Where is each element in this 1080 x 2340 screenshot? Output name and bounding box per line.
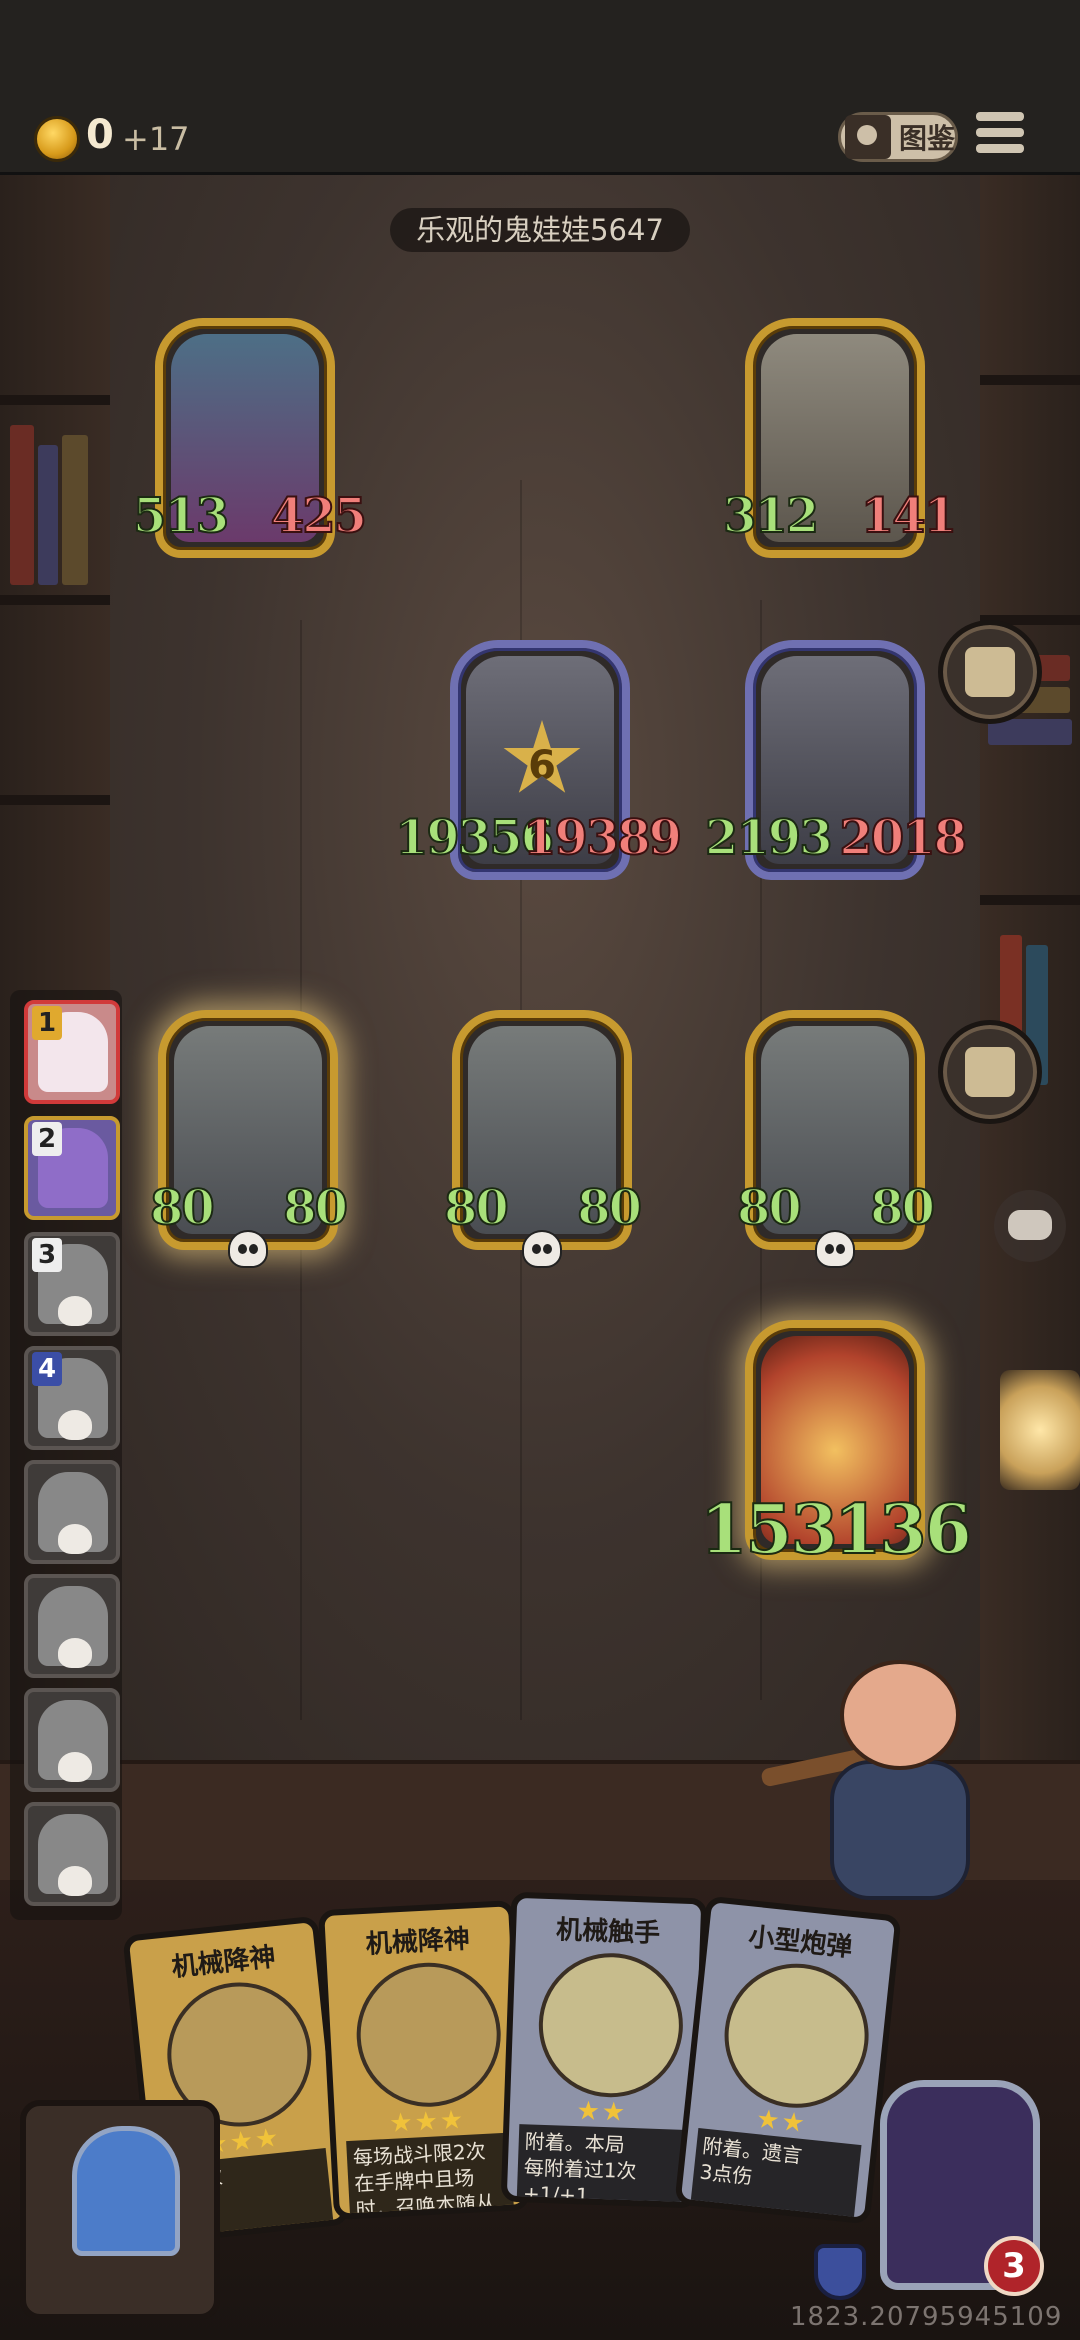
attack-value: 513	[132, 487, 230, 545]
card-description: 附着。本局 每附着过1次 +1/+1	[516, 2124, 684, 2209]
card-title: 小型炮弹	[747, 1922, 854, 1963]
eliminated-skull-icon	[58, 1752, 92, 1782]
deathrattle-skull-icon	[815, 1230, 855, 1268]
hero-portrait	[72, 2126, 180, 2256]
eliminated-skull-icon	[58, 1410, 92, 1440]
gold-coin-icon	[34, 116, 80, 162]
collection-button[interactable]: 图鉴	[838, 112, 958, 162]
card-art	[536, 1950, 686, 2100]
health-value: 19389	[522, 809, 683, 867]
player-minion-bell-robot[interactable]: 80 80	[149, 1010, 349, 1268]
fan-icon	[965, 647, 1015, 697]
eliminated-skull-icon	[58, 1524, 92, 1554]
health-value: 136	[833, 1489, 973, 1571]
roster-slot[interactable]	[24, 1802, 120, 1906]
gold-income: +17	[122, 120, 190, 158]
health-value: 80	[282, 1179, 349, 1237]
enemy-minion-elf-sorceress[interactable]: 513 425	[132, 318, 368, 558]
eliminated-skull-icon	[58, 1866, 92, 1896]
timer-readout: 1823.20795945109	[790, 2302, 1063, 2332]
gold-count: 0	[86, 112, 114, 158]
rank-badge: 2	[32, 1122, 62, 1156]
hand-card[interactable]: 机械触手 ★★ 附着。本局 每附着过1次 +1/+1	[500, 1891, 708, 2209]
shopkeeper-pig	[760, 1660, 990, 1920]
card-art	[353, 1959, 505, 2111]
hand-card[interactable]: 机械降神 ★★★ 每场战斗限2次 在手牌中且场 时，召唤本随从	[318, 1900, 530, 2220]
menu-icon[interactable]	[976, 112, 1024, 158]
deathrattle-skull-icon	[522, 1230, 562, 1268]
opponent-name: 乐观的鬼娃娃5647	[390, 208, 690, 252]
health-value: 80	[576, 1179, 643, 1237]
health-value: 425	[270, 487, 368, 545]
attack-value: 80	[149, 1179, 216, 1237]
roster-slot[interactable]: 3	[24, 1232, 120, 1336]
roster-slot[interactable]: 4	[24, 1346, 120, 1450]
player-roster: 1 2 3 4	[10, 990, 122, 1920]
roster-slot[interactable]	[24, 1574, 120, 1678]
enemy-minion-mech-shark[interactable]: 6 19356 19389	[394, 640, 683, 880]
enemy-minion-windmill[interactable]: 312 141	[722, 318, 958, 558]
card-art	[717, 1956, 876, 2115]
player-minion-clown[interactable]: 153 136	[699, 1320, 973, 1571]
shield-icon	[814, 2244, 866, 2300]
health-value: 80	[869, 1179, 936, 1237]
attack-value: 2193	[704, 809, 834, 867]
health-value: 141	[860, 487, 958, 545]
card-description: 每场战斗限2次 在手牌中且场 时，召唤本随从	[346, 2132, 515, 2220]
book-icon	[845, 115, 891, 159]
opponent-hero-chest[interactable]	[20, 2100, 220, 2320]
attack-value: 312	[722, 487, 820, 545]
card-title: 机械触手	[555, 1915, 661, 1949]
player-minion-bell-robot[interactable]: 80 80	[736, 1010, 936, 1268]
player-health-heart-icon: 3	[984, 2236, 1044, 2296]
rank-badge: 4	[32, 1352, 62, 1386]
deathrattle-skull-icon	[228, 1230, 268, 1268]
collection-label: 图鉴	[899, 122, 956, 155]
rank-badge: 1	[32, 1006, 62, 1040]
hand-card[interactable]: 小型炮弹 ★★ 附着。遗言 3点伤	[674, 1895, 902, 2225]
player-minion-bell-robot[interactable]: 80 80	[443, 1010, 643, 1268]
attack-value: 80	[443, 1179, 510, 1237]
chat-button[interactable]	[994, 1190, 1066, 1262]
roster-slot[interactable]: 2	[24, 1116, 120, 1220]
card-title: 机械降神	[365, 1924, 471, 1960]
fan-button[interactable]	[938, 620, 1042, 724]
health-value: 2018	[838, 809, 968, 867]
scroll-button[interactable]	[938, 1020, 1042, 1124]
eliminated-skull-icon	[58, 1296, 92, 1326]
eliminated-skull-icon	[58, 1638, 92, 1668]
roster-slot[interactable]	[24, 1688, 120, 1792]
rank-badge: 3	[32, 1238, 62, 1272]
scroll-icon	[965, 1047, 1015, 1097]
lantern	[1000, 1370, 1080, 1490]
attack-value: 153	[699, 1489, 839, 1571]
card-title: 机械降神	[170, 1942, 277, 1984]
roster-slot[interactable]: 1	[24, 1000, 120, 1104]
roster-slot[interactable]	[24, 1460, 120, 1564]
enemy-minion-mech-shark[interactable]: 2193 2018	[704, 640, 968, 880]
attack-value: 80	[736, 1179, 803, 1237]
